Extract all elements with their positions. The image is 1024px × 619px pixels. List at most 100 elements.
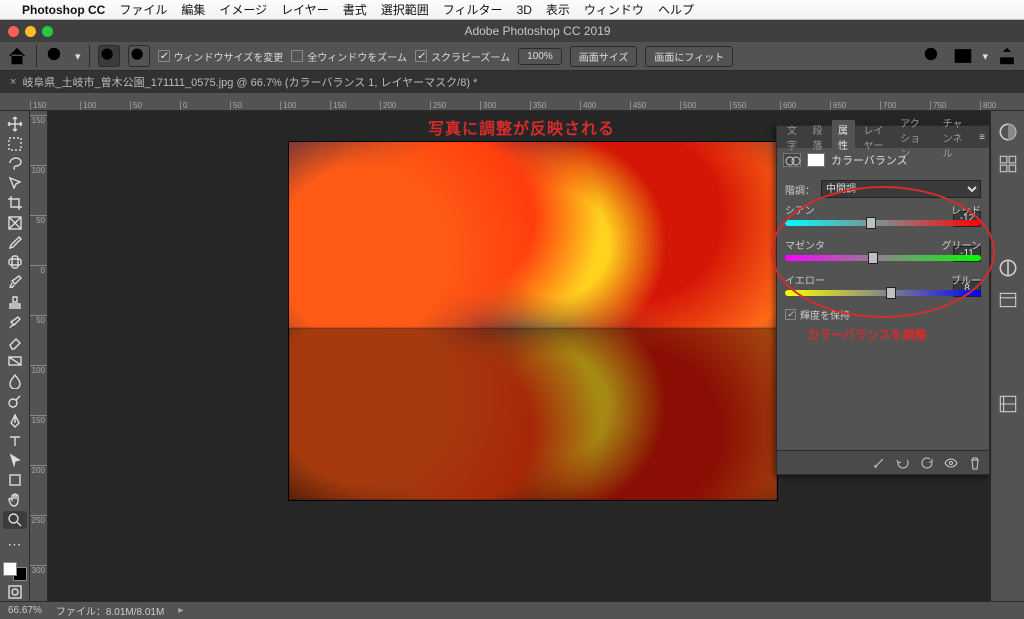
annotation-panel: カラーバランスを調整 [807, 326, 927, 343]
mac-menubar[interactable]: Photoshop CC ファイル 編集 イメージ レイヤー 書式 選択範囲 フ… [0, 0, 1024, 20]
slider-right-label: グリーン [942, 237, 982, 252]
adjustment-type-icon[interactable] [783, 153, 801, 167]
menu-file[interactable]: ファイル [119, 1, 167, 18]
panel-body: 階調： 中間調 シアンレッド-12マゼンタグリーン-11イエローブルー8 輝度を… [777, 172, 989, 330]
slider-handle[interactable] [866, 217, 876, 229]
app-menu[interactable]: Photoshop CC [22, 3, 105, 17]
close-window-icon[interactable] [8, 26, 19, 37]
ruler-tick: 350 [530, 101, 580, 110]
preserve-luminosity-checkbox[interactable]: 輝度を保持 [785, 307, 981, 322]
menu-edit[interactable]: 編集 [181, 1, 205, 18]
chk-zoom-all-windows[interactable]: 全ウィンドウをズーム [291, 49, 407, 64]
eyedropper-tool-icon[interactable] [3, 234, 27, 252]
dodge-tool-icon[interactable] [3, 392, 27, 410]
frame-tool-icon[interactable] [3, 214, 27, 232]
pen-tool-icon[interactable] [3, 412, 27, 430]
adjustments-panel-icon[interactable] [997, 257, 1019, 279]
status-zoom[interactable]: 66.67% [8, 605, 42, 616]
arrange-docs-icon[interactable] [952, 45, 974, 67]
menu-select[interactable]: 選択範囲 [381, 1, 429, 18]
gradient-tool-icon[interactable] [3, 353, 27, 371]
stamp-tool-icon[interactable] [3, 293, 27, 311]
tone-select[interactable]: 中間調 [821, 180, 981, 198]
move-tool-icon[interactable] [3, 115, 27, 133]
brush-tool-icon[interactable] [3, 273, 27, 291]
search-icon[interactable] [922, 45, 944, 67]
slider-track[interactable] [785, 220, 981, 226]
chk-resize-window[interactable]: ウィンドウサイズを変更 [158, 49, 284, 64]
menu-image[interactable]: イメージ [219, 1, 267, 18]
ruler-tick: 50 [30, 215, 47, 265]
tool-preset-zoom-icon[interactable] [45, 45, 67, 67]
separator [89, 45, 90, 67]
tone-row: 階調： 中間調 [785, 180, 981, 198]
menu-3d[interactable]: 3D [517, 3, 532, 17]
styles-panel-icon[interactable] [997, 289, 1019, 311]
status-file[interactable]: ファイル：8.01M/8.01M [56, 603, 164, 618]
home-button[interactable] [6, 45, 28, 67]
color-swatches[interactable] [3, 562, 27, 581]
ruler-tick: 0 [180, 101, 230, 110]
libraries-panel-icon[interactable] [997, 393, 1019, 415]
swatches-panel-icon[interactable] [997, 153, 1019, 175]
ruler-tick: 700 [880, 101, 930, 110]
right-dock [990, 111, 1024, 601]
foreground-color[interactable] [3, 562, 17, 576]
color-panel-icon[interactable] [997, 121, 1019, 143]
document-image[interactable] [288, 141, 778, 501]
edit-toolbar-icon[interactable]: ⋯ [3, 536, 27, 554]
menu-view[interactable]: 表示 [546, 1, 570, 18]
path-select-tool-icon[interactable] [3, 452, 27, 470]
lasso-tool-icon[interactable] [3, 155, 27, 173]
zoom-window-icon[interactable] [42, 26, 53, 37]
hand-tool-icon[interactable] [3, 491, 27, 509]
menu-layer[interactable]: レイヤー [281, 1, 329, 18]
heal-tool-icon[interactable] [3, 254, 27, 272]
menu-filter[interactable]: フィルター [443, 1, 503, 18]
ruler-horizontal[interactable]: 1501005005010015020025030035040045050055… [0, 93, 1024, 111]
close-tab-icon[interactable]: × [10, 76, 16, 88]
menu-type[interactable]: 書式 [343, 1, 367, 18]
view-previous-icon[interactable] [895, 455, 911, 471]
marquee-tool-icon[interactable] [3, 135, 27, 153]
color-balance-slider: マゼンタグリーン-11 [785, 237, 981, 264]
share-icon[interactable] [996, 45, 1018, 67]
slider-left-label: マゼンタ [785, 237, 825, 252]
zoom-out-button[interactable] [128, 45, 150, 67]
ruler-tick: 100 [280, 101, 330, 110]
delete-adjustment-icon[interactable] [967, 455, 983, 471]
reset-icon[interactable] [919, 455, 935, 471]
zoom-tool-icon[interactable] [3, 511, 27, 529]
panel-menu-icon[interactable]: ≡ [979, 132, 985, 143]
fit-canvas-button[interactable]: 画面サイズ [570, 46, 638, 67]
crop-tool-icon[interactable] [3, 194, 27, 212]
status-menu-icon[interactable]: ▸ [178, 605, 183, 616]
slider-track[interactable] [785, 255, 981, 261]
layer-mask-thumb-icon[interactable] [807, 153, 825, 167]
ruler-tick: 150 [30, 115, 47, 165]
chk-scrubby-zoom[interactable]: スクラビーズーム [415, 49, 510, 64]
type-tool-icon[interactable] [3, 432, 27, 450]
eraser-tool-icon[interactable] [3, 333, 27, 351]
document-tab[interactable]: 岐阜県_土岐市_曽木公園_171111_0575.jpg @ 66.7% (カラ… [22, 74, 477, 90]
menu-help[interactable]: ヘルプ [658, 1, 694, 18]
properties-panel[interactable]: 文字 段落 属性 レイヤー アクション チャンネル ≡ カラーバランス 階調： … [776, 125, 990, 475]
clip-to-layer-icon[interactable] [871, 455, 887, 471]
fit-screen-button[interactable]: 画面にフィット [645, 46, 733, 67]
quick-select-tool-icon[interactable] [3, 174, 27, 192]
toggle-visibility-icon[interactable] [943, 455, 959, 471]
ruler-vertical[interactable]: 15010050050100150200250300350 [30, 111, 48, 601]
shape-tool-icon[interactable] [3, 471, 27, 489]
history-brush-tool-icon[interactable] [3, 313, 27, 331]
zoom-in-button[interactable] [98, 45, 120, 67]
slider-handle[interactable] [886, 287, 896, 299]
minimize-window-icon[interactable] [25, 26, 36, 37]
blur-tool-icon[interactable] [3, 372, 27, 390]
menu-window[interactable]: ウィンドウ [584, 1, 644, 18]
slider-track[interactable] [785, 290, 981, 296]
slider-handle[interactable] [868, 252, 878, 264]
quickmask-icon[interactable] [3, 583, 27, 601]
zoom-100-button[interactable]: 100% [518, 48, 562, 65]
color-balance-slider: シアンレッド-12 [785, 202, 981, 229]
ruler-tick: 400 [580, 101, 630, 110]
